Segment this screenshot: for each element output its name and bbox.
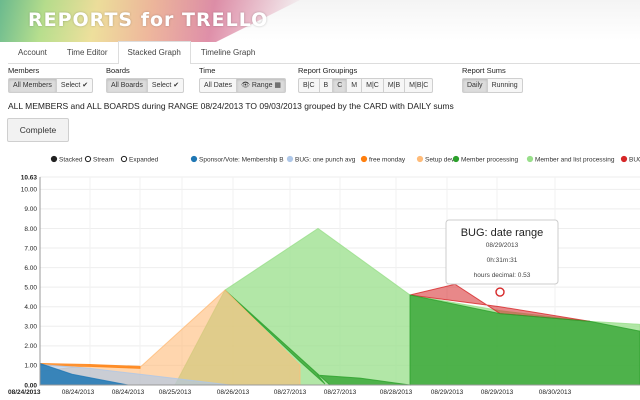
tooltip-decimal: hours decimal: 0.53 <box>474 272 531 279</box>
legend-swatch[interactable] <box>286 155 294 163</box>
y-tick-label: 10.63 <box>21 174 38 181</box>
select-boards-button[interactable]: Select ✔ <box>146 78 185 93</box>
legend-item-label[interactable]: Member and list processing <box>535 157 615 164</box>
x-tick-label: 08/29/2013 <box>481 389 514 396</box>
legend-item-label[interactable]: Member processing <box>461 157 518 164</box>
legend-swatch[interactable] <box>360 155 368 163</box>
tab-stacked-graph[interactable]: Stacked Graph <box>117 41 191 64</box>
grouping-button-m-b[interactable]: M|B <box>382 78 406 93</box>
tab-timeline-graph[interactable]: Timeline Graph <box>191 41 265 63</box>
app-header: REPORTS for TRELLO <box>0 0 640 42</box>
grouping-button-m-b-c[interactable]: M|B|C <box>404 78 434 93</box>
tab-account[interactable]: Account <box>8 41 57 63</box>
y-tick-label: 2.00 <box>24 343 37 350</box>
legend-item-label[interactable]: free monday <box>369 157 406 164</box>
select-members-button[interactable]: Select ✔ <box>55 78 94 93</box>
range-button[interactable]: 👁 Range ▦ <box>236 78 287 93</box>
report-groupings-button-group: B|C B C M M|C M|B M|B|C <box>298 78 434 93</box>
tooltip-title: BUG: date range <box>461 227 544 239</box>
stacked-area-chart: 0.001.002.003.004.005.006.007.008.009.00… <box>8 155 640 396</box>
x-tick-label: 08/28/2013 <box>380 389 413 396</box>
y-tick-label: 1.00 <box>24 363 37 370</box>
legend-swatch[interactable] <box>190 155 198 163</box>
y-tick-label: 3.00 <box>24 324 37 331</box>
y-tick-label: 4.00 <box>24 304 37 311</box>
nav-tabs: Account Time Editor Stacked Graph Timeli… <box>8 41 640 64</box>
grouping-button-b[interactable]: B <box>318 78 334 93</box>
legend-swatch[interactable] <box>620 155 628 163</box>
tab-time-editor[interactable]: Time Editor <box>57 41 118 63</box>
all-boards-button[interactable]: All Boards <box>106 78 148 93</box>
grouping-button-m[interactable]: M <box>346 78 363 93</box>
x-tick-label: 08/30/2013 <box>539 389 572 396</box>
y-tick-label: 6.00 <box>24 265 37 272</box>
report-sums-label: Report Sums <box>462 66 506 75</box>
legend-item-label[interactable]: Sponsor/Vote: Membership B <box>199 157 284 164</box>
y-tick-label: 8.00 <box>24 226 37 233</box>
grouping-button-c[interactable]: C <box>332 78 348 93</box>
x-tick-label: 08/25/2013 <box>159 389 192 396</box>
legend-swatch[interactable] <box>526 155 534 163</box>
stack-mode-expanded-label[interactable]: Expanded <box>129 157 159 164</box>
y-tick-label: 7.00 <box>24 245 37 252</box>
y-tick-label: 5.00 <box>24 284 37 291</box>
x-tick-label: 08/24/2013 <box>112 389 145 396</box>
legend-item-label[interactable]: BUG: date range <box>629 157 640 164</box>
boards-label: Boards <box>106 66 130 75</box>
stack-mode-expanded-radio[interactable] <box>120 155 128 163</box>
report-summary: ALL MEMBERS and ALL BOARDS during RANGE … <box>8 101 454 111</box>
x-tick-label: 08/26/2013 <box>217 389 250 396</box>
legend-swatch[interactable] <box>452 155 460 163</box>
daily-button[interactable]: Daily <box>462 78 488 93</box>
legend-swatch[interactable] <box>416 155 424 163</box>
all-members-button[interactable]: All Members <box>8 78 57 93</box>
app-title: REPORTS for TRELLO <box>28 9 269 31</box>
complete-button[interactable]: Complete <box>7 118 69 142</box>
time-button-group: All Dates 👁 Range ▦ <box>199 78 287 93</box>
x-tick-label: 08/24/2013 <box>62 389 95 396</box>
members-button-group: All Members Select ✔ <box>8 78 94 93</box>
tooltip-date: 08/29/2013 <box>486 242 519 249</box>
grouping-button-b-c[interactable]: B|C <box>298 78 320 93</box>
running-button[interactable]: Running <box>486 78 523 93</box>
x-tick-label: 08/27/2013 <box>274 389 307 396</box>
x-tick-label: 08/29/2013 <box>431 389 464 396</box>
members-label: Members <box>8 66 40 75</box>
y-tick-label: 9.00 <box>24 206 37 213</box>
stack-mode-stream-label[interactable]: Stream <box>93 157 114 164</box>
x-tick-label: 08/24/2013 <box>8 389 41 396</box>
report-sums-button-group: Daily Running <box>462 78 523 93</box>
all-dates-button[interactable]: All Dates <box>199 78 238 93</box>
stack-mode-stacked-radio[interactable] <box>50 155 58 163</box>
stack-mode-stacked-label[interactable]: Stacked <box>59 157 83 164</box>
report-groupings-label: Report Groupings <box>298 66 358 75</box>
legend-item-label[interactable]: Setup dev <box>425 157 455 164</box>
time-label: Time <box>199 66 216 75</box>
legend-item-label[interactable]: BUG: one punch avg <box>295 157 356 164</box>
grouping-button-m-c[interactable]: M|C <box>361 78 384 93</box>
stack-mode-stream-radio[interactable] <box>84 155 92 163</box>
tooltip-duration: 0h:31m:31 <box>487 257 518 264</box>
x-tick-label: 08/27/2013 <box>324 389 357 396</box>
y-tick-label: 10.00 <box>21 187 38 194</box>
boards-button-group: All Boards Select ✔ <box>106 78 185 93</box>
